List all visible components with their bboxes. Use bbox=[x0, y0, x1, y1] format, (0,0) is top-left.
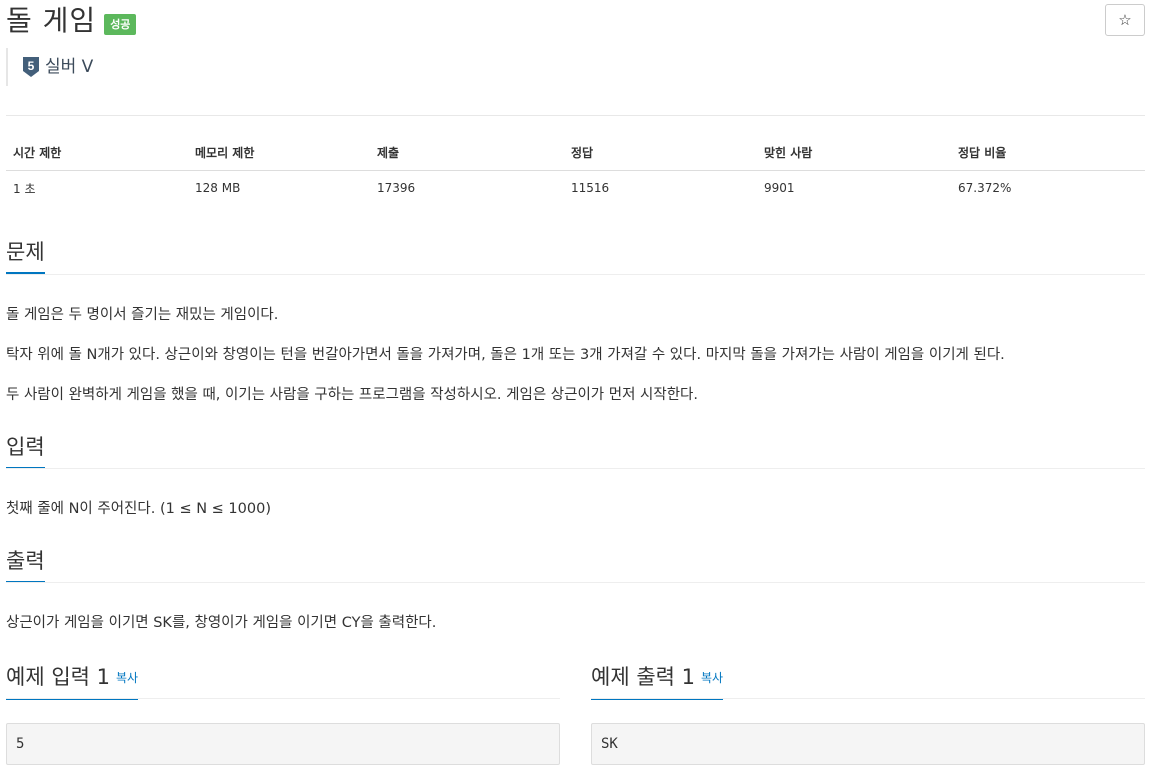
problem-text-line: 돌 게임은 두 명이서 즐기는 재밌는 게임이다. bbox=[6, 307, 279, 323]
problem-section-header: 문제 bbox=[6, 238, 1145, 274]
tier-info: 5 실버 V bbox=[6, 48, 93, 86]
sample-input-title: 예제 입력 1 복사 bbox=[6, 663, 139, 700]
output-text: 상근이가 게임을 이기면 SK를, 창영이가 게임을 이기면 CY을 출력한다. bbox=[6, 615, 437, 631]
star-icon: ☆ bbox=[1118, 12, 1132, 29]
copy-sample-output-button[interactable]: 복사 bbox=[701, 671, 723, 685]
tier-number: 5 bbox=[28, 59, 35, 73]
value-memory-limit: 128 MB bbox=[195, 181, 241, 196]
sample-output-header: 예제 출력 1 복사 bbox=[591, 663, 1145, 700]
output-section-header: 출력 bbox=[6, 547, 1145, 583]
divider bbox=[6, 274, 1145, 275]
header-solved-users: 맞힌 사람 bbox=[757, 136, 951, 171]
header-accept-ratio: 정답 비율 bbox=[951, 136, 1145, 171]
value-accept-ratio: 67.372% bbox=[958, 181, 1012, 196]
sample-input-header: 예제 입력 1 복사 bbox=[6, 663, 560, 700]
divider bbox=[591, 698, 1145, 699]
header-submissions: 제출 bbox=[370, 136, 564, 171]
divider bbox=[6, 582, 1145, 583]
value-accepted: 11516 bbox=[571, 181, 610, 196]
sample-output-box[interactable]: SK bbox=[591, 723, 1145, 765]
input-text: 첫째 줄에 N이 주어진다. (1 ≤ N ≤ 1000) bbox=[6, 501, 271, 517]
header-time-limit: 시간 제한 bbox=[6, 136, 188, 171]
copy-sample-input-button[interactable]: 복사 bbox=[116, 671, 138, 685]
divider bbox=[6, 115, 1145, 116]
info-value-row: 1 초 128 MB 17396 11516 9901 67.372% bbox=[6, 170, 1145, 206]
value-time-limit: 1 초 bbox=[13, 181, 36, 196]
status-badge: 성공 bbox=[104, 13, 137, 35]
sample-input-box[interactable]: 5 bbox=[6, 723, 560, 765]
title-row: 돌 게임 성공 bbox=[6, 2, 137, 40]
divider bbox=[6, 468, 1145, 469]
problem-title: 돌 게임 bbox=[6, 4, 97, 37]
problem-text-line: 탁자 위에 돌 N개가 있다. 상근이와 창영이는 턴을 번갈아가면서 돌을 가… bbox=[6, 347, 1005, 363]
sample-output-title: 예제 출력 1 복사 bbox=[591, 663, 724, 700]
silver-tier-icon: 5 bbox=[23, 57, 39, 77]
problem-info-table: 시간 제한 메모리 제한 제출 정답 맞힌 사람 정답 비율 1 초 128 M… bbox=[6, 136, 1145, 206]
info-header-row: 시간 제한 메모리 제한 제출 정답 맞힌 사람 정답 비율 bbox=[6, 136, 1145, 171]
problem-text-line: 두 사람이 완벽하게 게임을 했을 때, 이기는 사람을 구하는 프로그램을 작… bbox=[6, 387, 698, 403]
value-submissions: 17396 bbox=[377, 181, 416, 196]
problem-section-title: 문제 bbox=[6, 238, 45, 274]
header-accepted: 정답 bbox=[564, 136, 757, 171]
input-section-title: 입력 bbox=[6, 433, 45, 469]
header-memory-limit: 메모리 제한 bbox=[188, 136, 370, 171]
problem-page: 돌 게임 성공 ☆ 5 실버 V 시간 제한 메모리 제한 제출 정답 맞힌 사… bbox=[0, 0, 1151, 775]
value-solved-users: 9901 bbox=[764, 181, 795, 196]
sample-input-title-text: 예제 입력 1 bbox=[6, 665, 110, 689]
input-section-header: 입력 bbox=[6, 433, 1145, 469]
tier-label[interactable]: 실버 V bbox=[45, 56, 93, 78]
star-button[interactable]: ☆ bbox=[1105, 4, 1145, 36]
divider bbox=[6, 698, 560, 699]
output-section-title: 출력 bbox=[6, 547, 45, 583]
sample-output-title-text: 예제 출력 1 bbox=[591, 665, 695, 689]
